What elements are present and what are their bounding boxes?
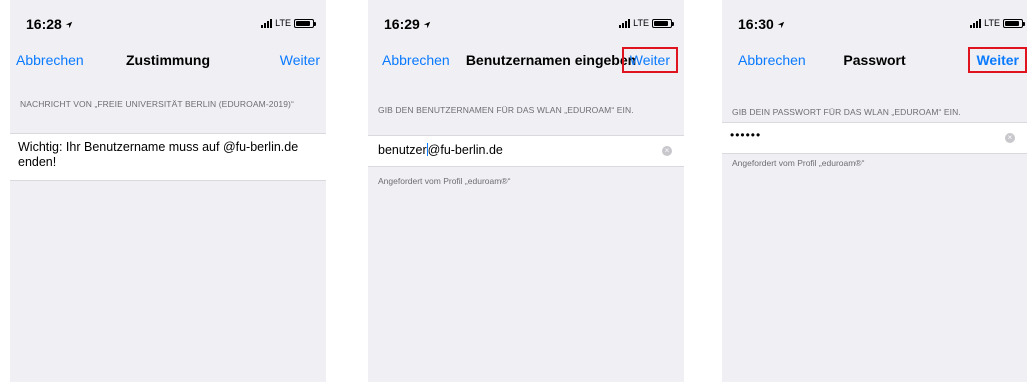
cancel-button[interactable]: Abbrechen (16, 52, 84, 68)
status-indicators: LTE (619, 18, 674, 28)
section-header: GIB DEN BENUTZERNAMEN FÜR DAS WLAN „EDUR… (378, 105, 634, 115)
status-bar: 16:29 LTE (368, 0, 684, 48)
battery-icon (1003, 18, 1025, 28)
status-bar: 16:28 LTE (10, 0, 326, 48)
username-field[interactable]: benutzer@fu-berlin.de × (368, 135, 684, 167)
section-header: NACHRICHT VON „FREIE UNIVERSITÄT BERLIN … (20, 99, 294, 109)
cancel-button[interactable]: Abbrechen (382, 52, 450, 68)
password-mask: •••••• (730, 128, 762, 142)
message-cell: Wichtig: Ihr Benutzername muss auf @fu-b… (10, 133, 326, 181)
username-text-end: @fu-berlin.de (427, 143, 503, 157)
status-bar: 16:30 LTE (722, 0, 1027, 48)
username-text-start: benutzer (378, 143, 427, 157)
status-time: 16:30 (738, 16, 774, 32)
network-type: LTE (275, 18, 291, 28)
phone-screen-username: 16:29 LTE Abbrechen Benutzernamen eingeb… (368, 0, 684, 382)
navigation-bar: Abbrechen Zustimmung Weiter (10, 48, 326, 73)
clear-text-icon[interactable]: × (662, 146, 672, 156)
network-type: LTE (633, 18, 649, 28)
status-indicators: LTE (970, 18, 1025, 28)
location-arrow-icon (777, 22, 785, 29)
status-time: 16:29 (384, 16, 420, 32)
profile-note: Angefordert vom Profil „eduroam®“ (732, 158, 865, 168)
network-type: LTE (984, 18, 1000, 28)
signal-icon (261, 18, 273, 28)
profile-note: Angefordert vom Profil „eduroam®“ (378, 176, 511, 186)
password-field[interactable]: •••••• × (722, 122, 1027, 154)
phone-screen-password: 16:30 LTE Abbrechen Passwort Weiter GIB … (722, 0, 1027, 382)
navigation-bar: Abbrechen Passwort Weiter (722, 47, 1027, 73)
status-indicators: LTE (261, 18, 316, 28)
signal-icon (970, 18, 982, 28)
cancel-button[interactable]: Abbrechen (738, 52, 806, 68)
battery-icon (294, 18, 316, 28)
signal-icon (619, 18, 631, 28)
next-button[interactable]: Weiter (621, 47, 678, 73)
message-text: Wichtig: Ihr Benutzername muss auf @fu-b… (18, 140, 299, 169)
status-time: 16:28 (26, 16, 62, 32)
section-header: GIB DEIN PASSWORT FÜR DAS WLAN „EDUROAM“… (732, 107, 961, 117)
navigation-bar: Abbrechen Benutzernamen eingeben Weiter (368, 47, 684, 73)
clear-text-icon[interactable]: × (1005, 133, 1015, 143)
next-button[interactable]: Weiter (280, 52, 320, 68)
location-arrow-icon (65, 22, 73, 29)
battery-icon (652, 18, 674, 28)
location-arrow-icon (423, 22, 431, 29)
next-button[interactable]: Weiter (968, 47, 1027, 73)
phone-screen-consent: 16:28 LTE Abbrechen Zustimmung Weiter NA… (10, 0, 326, 382)
